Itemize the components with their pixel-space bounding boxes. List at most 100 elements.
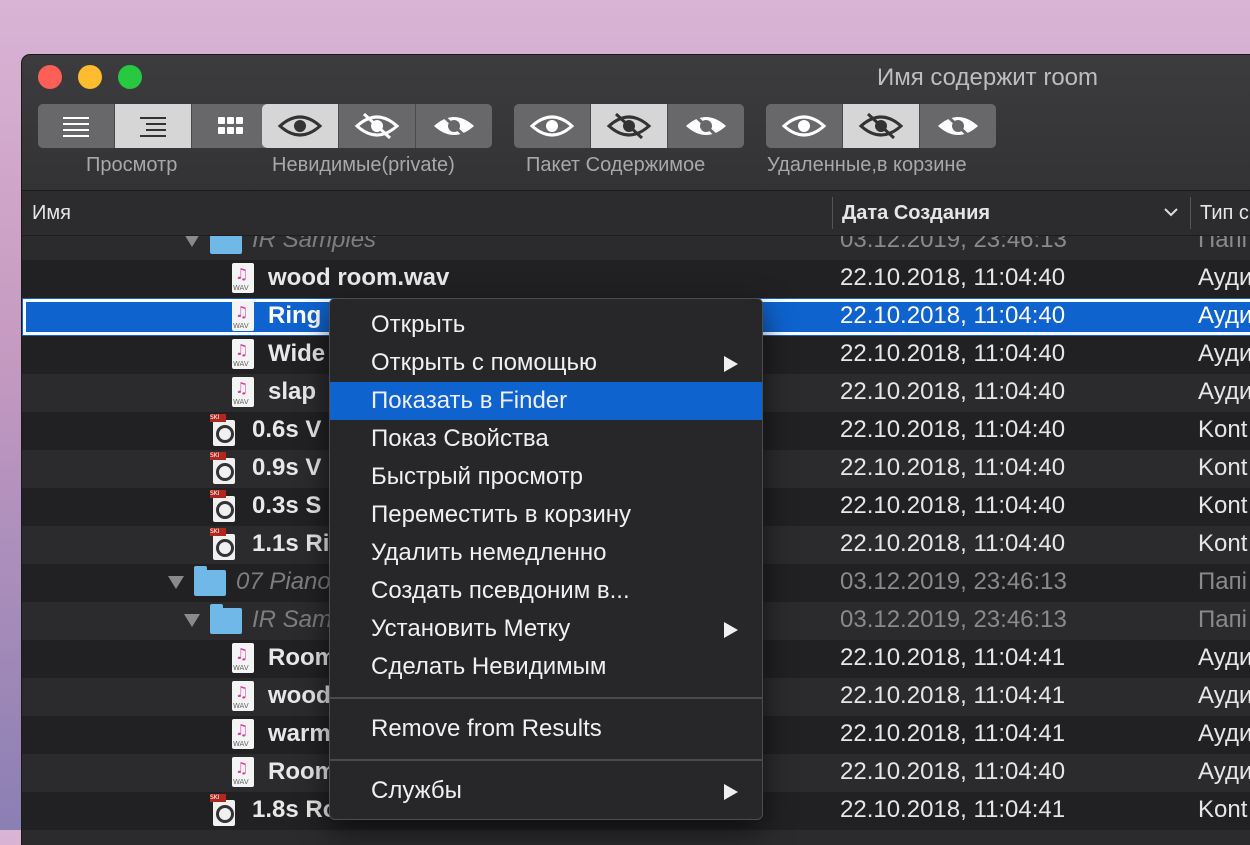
outline-view-button[interactable]: [115, 104, 192, 148]
file-date: 22.10.2018, 11:04:40: [840, 378, 1066, 405]
file-type: Kont: [1198, 492, 1248, 519]
menu-item-quick-look[interactable]: Быстрый просмотр: [330, 458, 762, 496]
only-button[interactable]: [668, 104, 744, 148]
file-name: Wide: [268, 340, 326, 367]
eye-icon: [781, 115, 827, 137]
menu-item-remove-from-results[interactable]: Remove from Results: [330, 710, 762, 748]
folder-icon: [194, 566, 226, 596]
file-type: Ауди: [1198, 264, 1250, 291]
show-button[interactable]: [262, 104, 339, 148]
audio-file-icon: [232, 263, 254, 293]
audio-file-icon: [232, 643, 254, 673]
column-type[interactable]: Тип с: [1200, 202, 1249, 225]
table-row[interactable]: wood room.wav 22.10.2018, 11:04:40 Ауди: [22, 260, 1250, 298]
file-date: 22.10.2018, 11:04:40: [840, 416, 1066, 443]
close-button[interactable]: [38, 65, 62, 89]
minimize-button[interactable]: [78, 65, 102, 89]
eye-slash-icon: [858, 112, 904, 140]
eye-slash-filled-icon: [938, 112, 978, 140]
menu-separator: [330, 697, 762, 699]
package-contents-segment[interactable]: [514, 104, 744, 148]
file-type: Kont: [1198, 454, 1248, 481]
file-date: 03.12.2019, 23:46:13: [840, 568, 1067, 595]
menu-item-label: Сделать Невидимым: [371, 653, 607, 680]
disclosure-triangle-icon[interactable]: [168, 576, 184, 589]
menu-item-label: Удалить немедленно: [371, 539, 607, 566]
menu-item-label: Открыть: [371, 311, 466, 338]
package-contents-label: Пакет Содержимое: [526, 154, 706, 176]
audio-file-icon: [232, 301, 254, 331]
context-menu: Открыть Открыть с помощью Показать в Fin…: [329, 298, 763, 820]
menu-item-label: Показать в Finder: [371, 387, 568, 414]
file-type: Ауди: [1198, 682, 1250, 709]
file-date: 22.10.2018, 11:04:40: [840, 302, 1066, 329]
file-date: 22.10.2018, 11:04:41: [840, 796, 1066, 823]
submenu-arrow-icon: [724, 784, 738, 800]
menu-item-make-invisible[interactable]: Сделать Невидимым: [330, 648, 762, 686]
eye-slash-icon: [606, 112, 652, 140]
file-date: 22.10.2018, 11:04:41: [840, 720, 1066, 747]
only-button[interactable]: [416, 104, 492, 148]
file-type: Ауди: [1198, 644, 1250, 671]
disclosure-triangle-icon[interactable]: [184, 236, 200, 247]
file-type: Kont: [1198, 530, 1248, 557]
grid-icon: [218, 117, 243, 134]
file-date: 03.12.2019, 23:46:13: [840, 606, 1067, 633]
column-divider[interactable]: [1190, 197, 1191, 229]
menu-item-label: Службы: [371, 777, 462, 804]
file-name: wood room.wav: [268, 264, 450, 291]
disclosure-triangle-icon[interactable]: [184, 614, 200, 627]
audio-file-icon: [232, 719, 254, 749]
list-icon: [63, 117, 89, 137]
trash-segment[interactable]: [766, 104, 996, 148]
file-name: Room: [268, 644, 336, 671]
file-date: 22.10.2018, 11:04:40: [840, 530, 1066, 557]
table-row[interactable]: IR Samples 03.12.2019, 23:46:13 Папі: [22, 236, 1250, 260]
eye-icon: [529, 115, 575, 137]
file-name: 0.6s V: [252, 416, 322, 443]
show-button[interactable]: [766, 104, 843, 148]
file-date: 22.10.2018, 11:04:41: [840, 682, 1066, 709]
column-date-created[interactable]: Дата Создания: [842, 202, 990, 225]
view-mode-segment[interactable]: [38, 104, 268, 148]
kontakt-file-icon: SKI: [210, 452, 236, 484]
list-view-button[interactable]: [38, 104, 115, 148]
menu-item-move-to-trash[interactable]: Переместить в корзину: [330, 496, 762, 534]
file-name: 0.9s V: [252, 454, 322, 481]
file-type: Папі: [1198, 236, 1247, 253]
menu-item-open[interactable]: Открыть: [330, 306, 762, 344]
zoom-button[interactable]: [118, 65, 142, 89]
file-date: 22.10.2018, 11:04:40: [840, 758, 1066, 785]
menu-item-label: Показ Свойства: [371, 425, 549, 452]
file-name: slap: [268, 378, 317, 405]
grid-view-button[interactable]: [192, 104, 268, 148]
only-button[interactable]: [920, 104, 996, 148]
hide-button[interactable]: [843, 104, 920, 148]
column-name[interactable]: Имя: [32, 202, 71, 225]
file-type: Ауди: [1198, 302, 1250, 329]
menu-item-set-label[interactable]: Установить Метку: [330, 610, 762, 648]
eye-slash-filled-icon: [434, 112, 474, 140]
file-type: Папі: [1198, 568, 1247, 595]
hide-button[interactable]: [591, 104, 668, 148]
menu-item-label: Открыть с помощью: [371, 349, 598, 376]
menu-item-show-in-finder[interactable]: Показать в Finder: [330, 382, 762, 420]
hide-button[interactable]: [339, 104, 416, 148]
kontakt-file-icon: SKI: [210, 794, 236, 826]
column-header: Имя Дата Создания Тип с: [22, 191, 1250, 236]
menu-item-label: Remove from Results: [371, 715, 602, 742]
file-date: 22.10.2018, 11:04:41: [840, 644, 1066, 671]
audio-file-icon: [232, 757, 254, 787]
menu-item-make-alias[interactable]: Создать псевдоним в...: [330, 572, 762, 610]
file-type: Ауди: [1198, 758, 1250, 785]
column-divider[interactable]: [832, 197, 833, 229]
menu-item-open-with[interactable]: Открыть с помощью: [330, 344, 762, 382]
menu-item-get-info[interactable]: Показ Свойства: [330, 420, 762, 458]
show-button[interactable]: [514, 104, 591, 148]
menu-item-services[interactable]: Службы: [330, 772, 762, 810]
invisible-private-segment[interactable]: [262, 104, 492, 148]
file-name: Room: [268, 758, 336, 785]
toolbar-area: Имя содержит room Просмотр Невидимые(pri…: [22, 55, 1250, 191]
menu-item-delete-immediately[interactable]: Удалить немедленно: [330, 534, 762, 572]
eye-slash-icon: [354, 112, 400, 140]
